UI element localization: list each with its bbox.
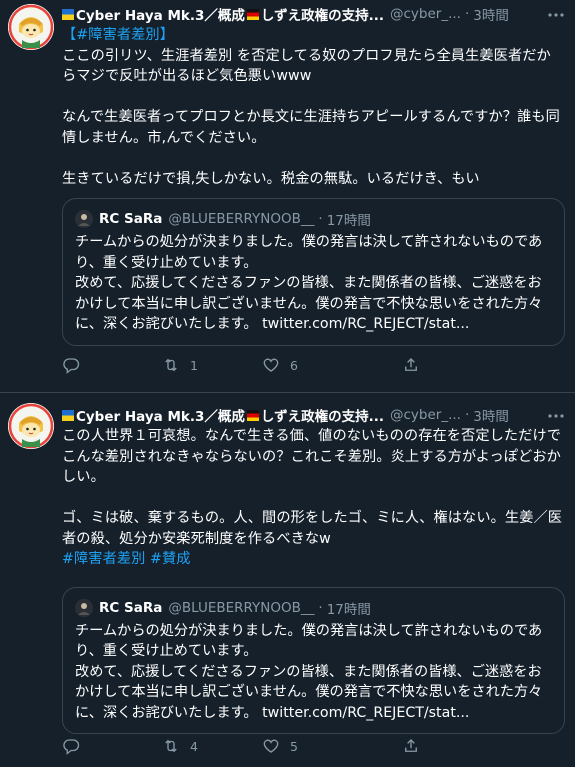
quoted-author-name: RC SaRa [99, 599, 163, 616]
avatar[interactable] [8, 403, 54, 449]
share-icon [405, 358, 417, 371]
reply-icon [63, 358, 80, 374]
like-button[interactable]: 5 [262, 737, 362, 755]
like-count: 5 [290, 738, 298, 754]
retweet-icon [165, 739, 177, 753]
avatar [75, 210, 93, 228]
tweet[interactable]: Cyber Haya Mk.3／概成 しずえ政権の支持... @cyber_..… [0, 393, 575, 767]
tweet-header: Cyber Haya Mk.3／概成 しずえ政権の支持... @cyber_..… [62, 3, 565, 25]
tweet-text: この人世界１可哀想。なんで生きる価、値のないものの存在を否定しただけでこんな差別… [62, 426, 565, 570]
retweet-button[interactable]: 4 [162, 737, 262, 755]
link[interactable]: twitter.com/RC_REJECT/stat... [262, 316, 469, 332]
separator-dot: · [318, 599, 323, 616]
tweet-actions: 1 6 [62, 356, 430, 374]
quoted-paragraph: 改めて、応援してくださるファンの皆様、また関係者の皆様、ご迷惑をおかけして本当に… [75, 663, 543, 721]
separator-dot: · [464, 407, 470, 423]
like-count: 6 [290, 357, 298, 373]
retweet-count: 1 [190, 357, 198, 373]
separator-dot: · [318, 211, 323, 227]
flag-germany-icon [246, 8, 259, 20]
tweet-paragraph: 生きているだけで損,失しかない。税金の無駄。いるだけき、もい [62, 170, 480, 187]
tweet[interactable]: Cyber Haya Mk.3／概成 しずえ政権の支持... @cyber_..… [0, 0, 575, 392]
flag-germany-icon [246, 409, 259, 421]
quoted-tweet[interactable]: RC SaRa @BLUEBERRYNOOB__ · 17時間 チームからの処分… [62, 198, 565, 346]
reply-button[interactable] [62, 356, 162, 374]
quoted-tweet[interactable]: RC SaRa @BLUEBERRYNOOB__ · 17時間 チームからの処分… [62, 586, 565, 734]
timestamp[interactable]: 3時間 [473, 405, 509, 425]
quoted-paragraph: 改めて、応援してくださるファンの皆様、また関係者の皆様、ご迷惑をおかけして本当に… [75, 275, 543, 332]
like-button[interactable]: 6 [262, 356, 362, 374]
tweet-text: 【#障害者差別】 ここの引リツ、生涯者差別 を否定してる奴のプロフ見たら全員生姜… [62, 25, 565, 189]
quoted-timestamp: 17時間 [326, 601, 371, 618]
quoted-timestamp: 17時間 [326, 213, 371, 229]
quoted-tweet-text: チームからの処分が決まりました。僕の発言は決して許されないものであり、重く受け止… [75, 232, 552, 335]
quoted-tweet-header: RC SaRa @BLUEBERRYNOOB__ · 17時間 [75, 597, 552, 619]
quoted-tweet-text: チームからの処分が決まりました。僕の発言は決して許されないものであり、重く受け止… [75, 621, 552, 724]
retweet-button[interactable]: 1 [162, 356, 262, 374]
tweet-actions: 4 5 [62, 737, 430, 755]
share-icon [405, 739, 417, 752]
author-name[interactable]: Cyber Haya Mk.3／概成 しずえ政権の支持... [62, 405, 384, 425]
hashtag[interactable]: 【#障害者差別】 [62, 25, 565, 46]
reply-button[interactable] [62, 737, 162, 755]
tweet-paragraph: なんで生姜医者ってプロフとか長文に生涯持ちアピールするんですか？誰も同情しません… [62, 109, 560, 146]
tweet-paragraph: ゴ、ミは破、棄するもの。人、間の形をしたゴ、ミに人、権はない。生姜／医者の殺、処… [62, 510, 563, 547]
avatar [75, 598, 93, 617]
quoted-tweet-header: RC SaRa @BLUEBERRYNOOB__ · 17時間 [75, 208, 552, 230]
link[interactable]: twitter.com/RC_REJECT/stat... [262, 705, 469, 721]
reply-icon [63, 739, 80, 755]
retweet-count: 4 [190, 738, 198, 754]
quoted-author-handle: @BLUEBERRYNOOB__ [168, 599, 315, 616]
author-handle[interactable]: @cyber_... [390, 407, 461, 423]
avatar[interactable] [8, 4, 54, 50]
tweet-header: Cyber Haya Mk.3／概成 しずえ政権の支持... @cyber_..… [62, 404, 565, 426]
quoted-author-name: RC SaRa [99, 211, 163, 227]
hashtags[interactable]: #障害者差別 #賛成 [62, 549, 565, 570]
more-icon[interactable] [547, 8, 565, 22]
more-icon[interactable] [547, 409, 565, 423]
timestamp[interactable]: 3時間 [473, 4, 509, 24]
author-handle[interactable]: @cyber_... [390, 6, 461, 22]
author-name[interactable]: Cyber Haya Mk.3／概成 しずえ政権の支持... [62, 4, 384, 24]
share-button[interactable] [402, 356, 430, 374]
separator-dot: · [464, 6, 470, 22]
flag-ukraine-icon [62, 409, 74, 421]
quoted-paragraph: チームからの処分が決まりました。僕の発言は決して許されないものであり、重く受け止… [75, 234, 543, 271]
tweet-paragraph: この人世界１可哀想。なんで生きる価、値のないものの存在を否定しただけでこんな差別… [62, 428, 562, 485]
quoted-paragraph: チームからの処分が決まりました。僕の発言は決して許されないものであり、重く受け止… [75, 622, 543, 660]
share-button[interactable] [402, 737, 430, 755]
like-icon [263, 358, 279, 372]
flag-ukraine-icon [62, 8, 74, 20]
like-icon [263, 739, 279, 753]
tweet-paragraph: ここの引リツ、生涯者差別 を否定してる奴のプロフ見たら全員生姜医者だからマジで反… [62, 47, 551, 85]
quoted-author-handle: @BLUEBERRYNOOB__ [168, 211, 315, 227]
retweet-icon [165, 358, 177, 372]
